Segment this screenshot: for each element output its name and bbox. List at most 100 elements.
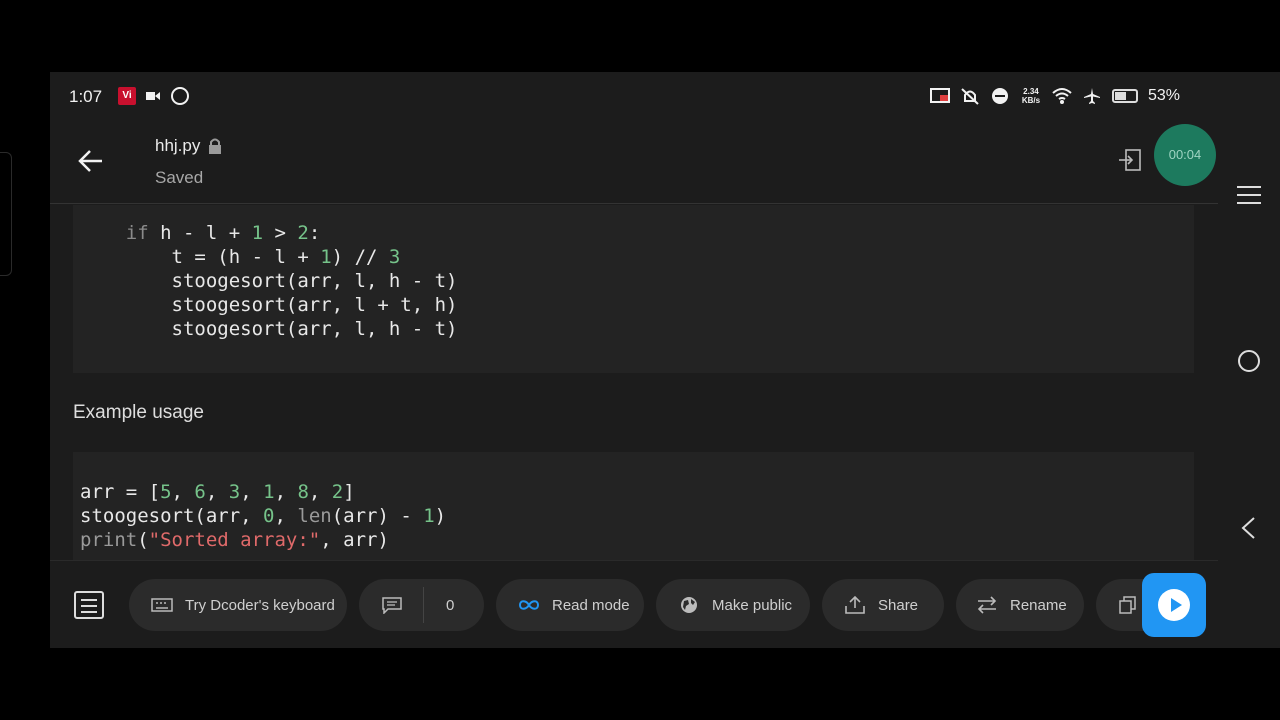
code-token: stoogesort(arr, l, h - t) <box>80 318 458 340</box>
code-token: , <box>274 481 298 503</box>
code-line: t = (h - l + 1) // 3 <box>80 245 1194 269</box>
code-token: ( <box>137 529 149 551</box>
system-nav-bar <box>1218 120 1280 648</box>
back-arrow-icon[interactable] <box>76 146 106 176</box>
cast-icon <box>929 88 950 103</box>
divider <box>423 587 424 623</box>
globe-icon <box>681 597 697 613</box>
side-panel-handle <box>0 152 12 276</box>
code-token: , <box>171 481 195 503</box>
lock-icon <box>209 138 222 154</box>
carrier-icon: Vi <box>118 87 136 105</box>
exit-icon[interactable] <box>1118 148 1142 172</box>
share-label: Share <box>878 596 919 614</box>
speed-value: 2.34 <box>1023 87 1039 96</box>
keyboard-icon <box>151 598 173 612</box>
code-token: ) <box>434 505 447 527</box>
upload-icon <box>845 596 865 614</box>
play-triangle <box>1171 598 1182 612</box>
code-token: arr = [ <box>80 481 161 503</box>
code-line: print("Sorted array:", arr) <box>80 528 1194 552</box>
code-token: > <box>263 222 298 244</box>
code-token: stoogesort(arr, <box>80 505 264 527</box>
speed-unit: KB/s <box>1021 96 1041 105</box>
wifi-icon <box>1052 88 1072 104</box>
code-token: stoogesort(arr, l, h - t) <box>80 270 458 292</box>
status-icons: 2.34 KB/s 53% <box>929 86 1180 106</box>
code-token: ) <box>331 246 355 268</box>
video-camera-icon <box>146 92 160 100</box>
battery-percent: 53% <box>1147 87 1180 104</box>
code-token: 8 <box>297 481 309 503</box>
code-token: 3 <box>388 246 401 268</box>
infinity-icon <box>518 600 540 610</box>
code-token: h - l + <box>148 222 252 244</box>
code-line: stoogesort(arr, l, h - t) <box>80 269 1194 293</box>
keyboard-label: Try Dcoder's keyboard <box>185 596 335 614</box>
battery-icon <box>1111 89 1138 103</box>
rename-button[interactable]: Rename <box>956 579 1084 631</box>
document-content: if h - l + 1 > 2: t = (h - l + 1) // 3 s… <box>50 205 1218 560</box>
code-token: if <box>125 222 149 244</box>
code-token: stoogesort(arr, l + t, h) <box>80 294 458 316</box>
code-token: print <box>80 529 138 551</box>
read-mode-button[interactable]: Read mode <box>496 579 644 631</box>
status-bar: 1:07 Vi 2.34 KB/s 53% <box>50 72 1280 120</box>
status-time: 1:07 <box>69 87 103 106</box>
try-keyboard-button[interactable]: Try Dcoder's keyboard <box>129 579 347 631</box>
battery-level <box>1114 92 1126 100</box>
code-token: (arr) - <box>331 505 424 527</box>
list-icon[interactable] <box>74 591 104 619</box>
comment-icon <box>382 597 402 614</box>
app-window: 1:07 Vi 2.34KB/s 53% hhj.py Saved 00:04 <box>50 72 1280 648</box>
code-token: : <box>308 222 321 244</box>
code-token: 6 <box>194 481 206 503</box>
make-public-button[interactable]: Make public <box>656 579 810 631</box>
code-token: "Sorted array:" <box>148 529 321 551</box>
code-token: , arr) <box>320 529 389 551</box>
run-button[interactable] <box>1142 573 1206 637</box>
rename-label: Rename <box>1010 596 1067 614</box>
menu-icon[interactable] <box>1237 186 1261 204</box>
code-line: stoogesort(arr, l, h - t) <box>80 317 1194 341</box>
comments-button[interactable]: 0 <box>359 579 484 631</box>
code-token: t = (h - l + <box>80 246 321 268</box>
code-token: , <box>205 481 229 503</box>
airplane-icon <box>1083 88 1100 104</box>
code-token: , <box>274 505 298 527</box>
code-token: , <box>308 481 332 503</box>
code-line: stoogesort(arr, l + t, h) <box>80 293 1194 317</box>
code-token: len <box>297 505 332 527</box>
do-not-disturb-icon <box>991 88 1008 104</box>
recording-timer[interactable]: 00:04 <box>1154 124 1216 186</box>
code-token: 1 <box>423 505 435 527</box>
code-token: 2 <box>331 481 344 503</box>
code-token: // <box>354 246 378 268</box>
code-token: ] <box>343 481 355 503</box>
code-token: 5 <box>160 481 172 503</box>
code-token: , <box>240 481 264 503</box>
back-nav-icon[interactable] <box>1240 516 1256 540</box>
code-token: 2 <box>297 222 309 244</box>
code-token: 1 <box>251 222 264 244</box>
mute-icon <box>961 88 979 105</box>
code-line: if h - l + 1 > 2: <box>80 221 1194 245</box>
swap-icon <box>977 596 997 614</box>
share-button[interactable]: Share <box>822 579 944 631</box>
comment-count: 0 <box>446 596 455 614</box>
code-block[interactable]: arr = [5, 6, 3, 1, 8, 2] stoogesort(arr, … <box>73 452 1194 560</box>
code-token: 0 <box>263 505 275 527</box>
network-speed: 2.34 KB/s <box>1020 87 1042 105</box>
read-mode-label: Read mode <box>552 596 630 614</box>
save-status: Saved <box>155 168 204 187</box>
bottom-toolbar: Try Dcoder's keyboard 0 Read mode Make p… <box>50 560 1218 648</box>
code-line: stoogesort(arr, 0, len(arr) - 1) <box>80 504 1194 528</box>
copy-icon <box>1119 596 1136 614</box>
make-public-label: Make public <box>712 596 793 614</box>
code-line: arr = [5, 6, 3, 1, 8, 2] <box>80 480 1194 504</box>
home-icon[interactable] <box>1238 350 1260 372</box>
editor-header: hhj.py Saved <box>50 120 1218 204</box>
code-block[interactable]: if h - l + 1 > 2: t = (h - l + 1) // 3 s… <box>73 205 1194 373</box>
